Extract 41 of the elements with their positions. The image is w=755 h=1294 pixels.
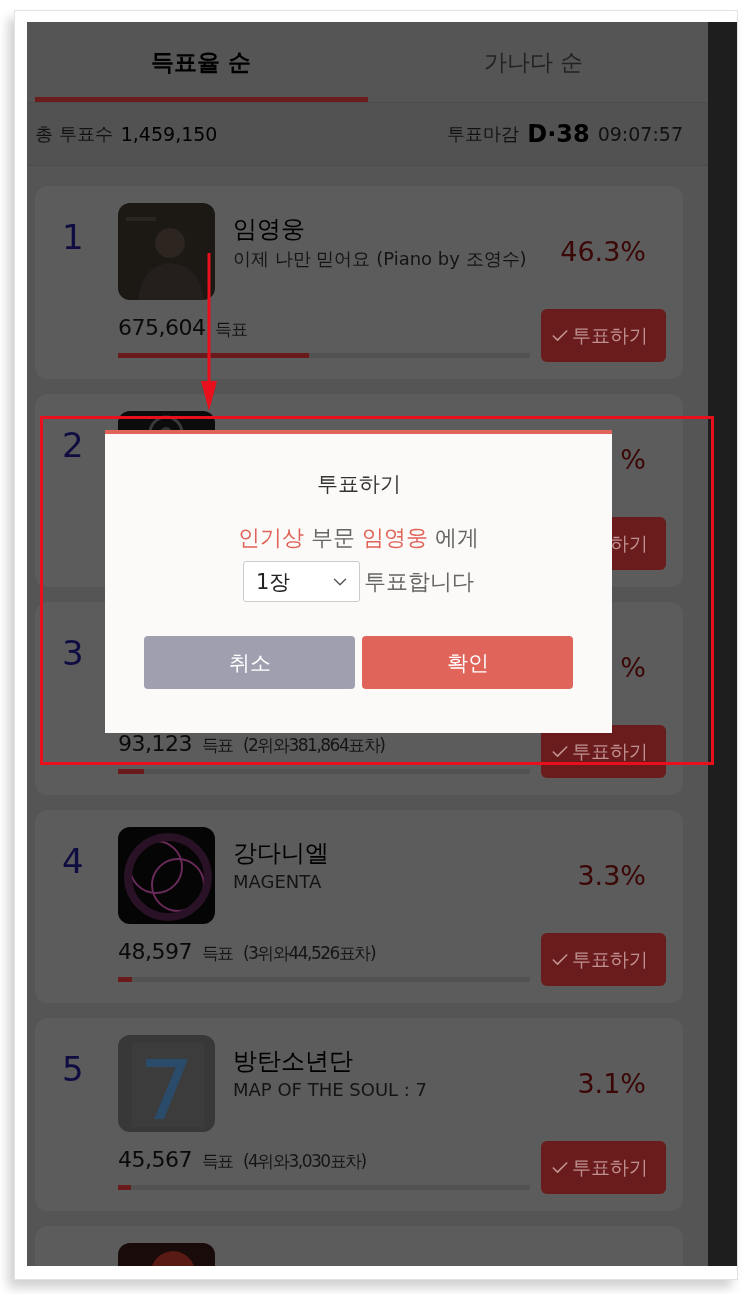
vote-gap: (2위와381,864표차): [243, 734, 385, 757]
vote-percent: 3.1%: [577, 1068, 647, 1099]
vote-count: 48,597: [118, 939, 192, 964]
d-day: D·38: [527, 120, 590, 148]
total-label: 총 투표수: [35, 122, 113, 146]
artist-name: 강다니엘: [233, 838, 329, 869]
vote-percent: 3.3%: [577, 860, 647, 891]
vote-unit: 득표: [215, 318, 247, 341]
vote-button[interactable]: 투표하기: [541, 309, 666, 362]
song-title: MAP OF THE SOUL : 7: [233, 1079, 428, 1100]
song-title: MAGENTA: [233, 871, 323, 892]
ticket-select[interactable]: 1장: [243, 561, 360, 602]
dialog-title: 투표하기: [316, 471, 401, 498]
vote-unit: 득표: [202, 1150, 233, 1173]
artist-name: 방탄소년단: [233, 1046, 354, 1077]
artist-name: 임영웅: [233, 214, 306, 245]
vote-count: 45,567: [118, 1147, 192, 1172]
rank-number: 4: [62, 840, 84, 881]
vote-gap: (4위와3,030표차): [243, 1150, 366, 1173]
rank-number: 2: [62, 424, 84, 465]
vote-count: 93,123: [118, 731, 192, 756]
vote-percent: 46.3%: [560, 236, 647, 267]
vote-percent: %: [620, 652, 647, 683]
deadline-label: 투표마감: [447, 122, 520, 146]
vote-gap: (3위와44,526표차): [243, 942, 376, 965]
vote-percent: %: [620, 444, 647, 475]
vote-button[interactable]: 투표하기: [541, 1141, 666, 1194]
rank-number: 3: [62, 632, 84, 673]
cancel-button[interactable]: 취소: [144, 636, 355, 689]
countdown-time: 09:07:57: [597, 123, 683, 145]
vote-button[interactable]: 투표하기: [541, 933, 666, 986]
total-votes: 1,459,150: [120, 123, 218, 145]
dialog-suffix: 투표합니다: [364, 567, 474, 596]
dialog-message: 인기상 부문 임영웅 에게: [238, 524, 479, 552]
vote-unit: 득표: [202, 734, 233, 757]
vote-count: 675,604: [118, 315, 206, 340]
confirm-button[interactable]: 확인: [362, 636, 573, 689]
rank-number: 1: [62, 216, 84, 257]
rank-number: 5: [62, 1048, 84, 1089]
song-title: 이제 나만 믿어요 (Piano by 조영수): [233, 247, 527, 271]
vote-unit: 득표: [202, 942, 233, 965]
